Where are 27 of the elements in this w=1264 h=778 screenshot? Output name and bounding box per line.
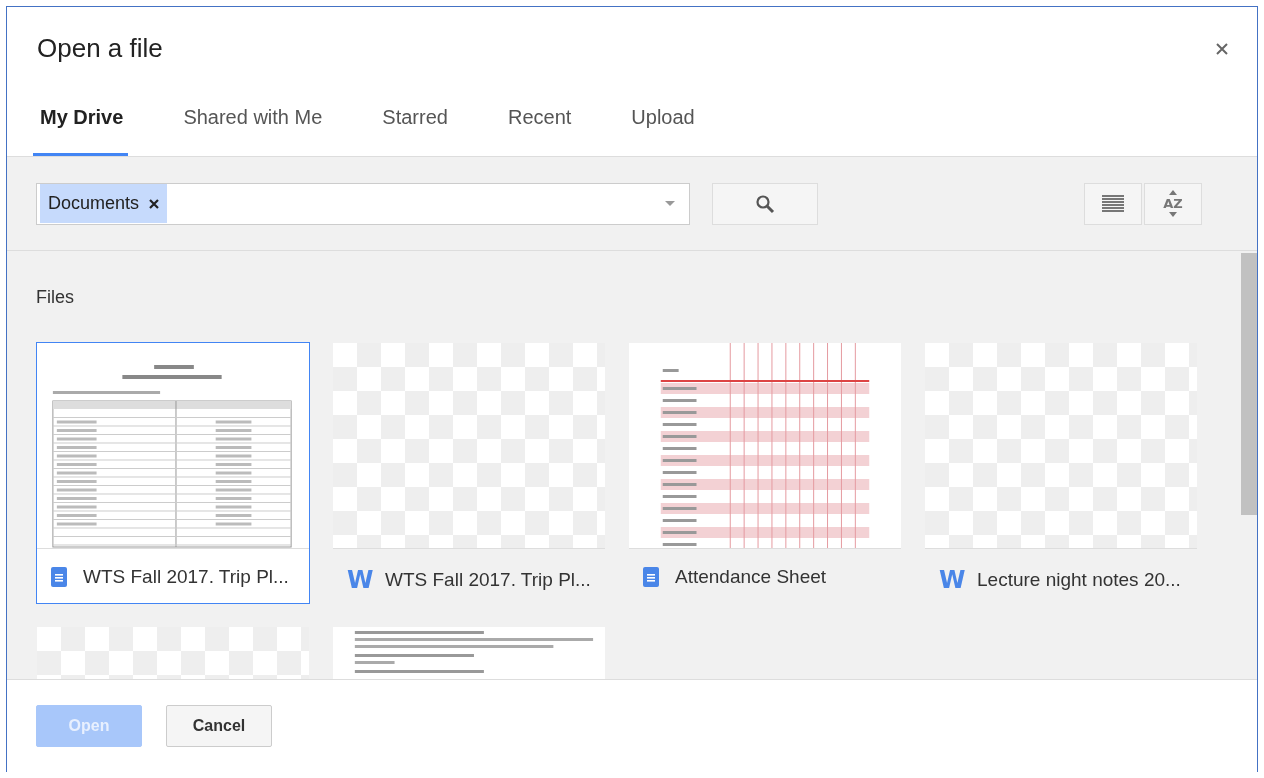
list-icon xyxy=(1102,194,1124,213)
close-icon[interactable] xyxy=(1216,42,1228,55)
file-card[interactable]: WTS Fall 2017. Trip Pl... xyxy=(36,342,310,604)
remove-icon[interactable] xyxy=(149,198,160,209)
document-icon xyxy=(51,567,67,587)
file-name: Lecture night notes 20... xyxy=(977,569,1181,591)
search-field[interactable]: Documents xyxy=(36,182,690,225)
file-name: WTS Fall 2017. Trip Pl... xyxy=(83,566,289,588)
search-button[interactable] xyxy=(712,182,818,225)
section-title: Files xyxy=(36,287,75,308)
tab[interactable]: Upload xyxy=(601,94,725,156)
down-triangle-icon xyxy=(1169,212,1177,217)
scrollbar-thumb[interactable] xyxy=(1241,253,1257,515)
up-triangle-icon xyxy=(1169,190,1177,195)
chip-label: Documents xyxy=(48,193,140,214)
list-view-button[interactable] xyxy=(1084,182,1142,225)
file-name: WTS Fall 2017. Trip Pl... xyxy=(385,569,591,591)
sort-button[interactable]: AZ xyxy=(1144,182,1202,225)
document-icon xyxy=(643,567,659,587)
tab[interactable]: Starred xyxy=(352,94,478,156)
file-name: Attendance Sheet xyxy=(675,566,827,588)
tab[interactable]: Shared with Me xyxy=(153,94,353,156)
search-icon xyxy=(755,193,775,214)
dialog-title: Open a file xyxy=(37,33,163,64)
caret-icon[interactable] xyxy=(665,201,675,206)
cancel-button[interactable]: Cancel xyxy=(166,705,272,747)
tab[interactable]: Recent xyxy=(477,94,602,156)
